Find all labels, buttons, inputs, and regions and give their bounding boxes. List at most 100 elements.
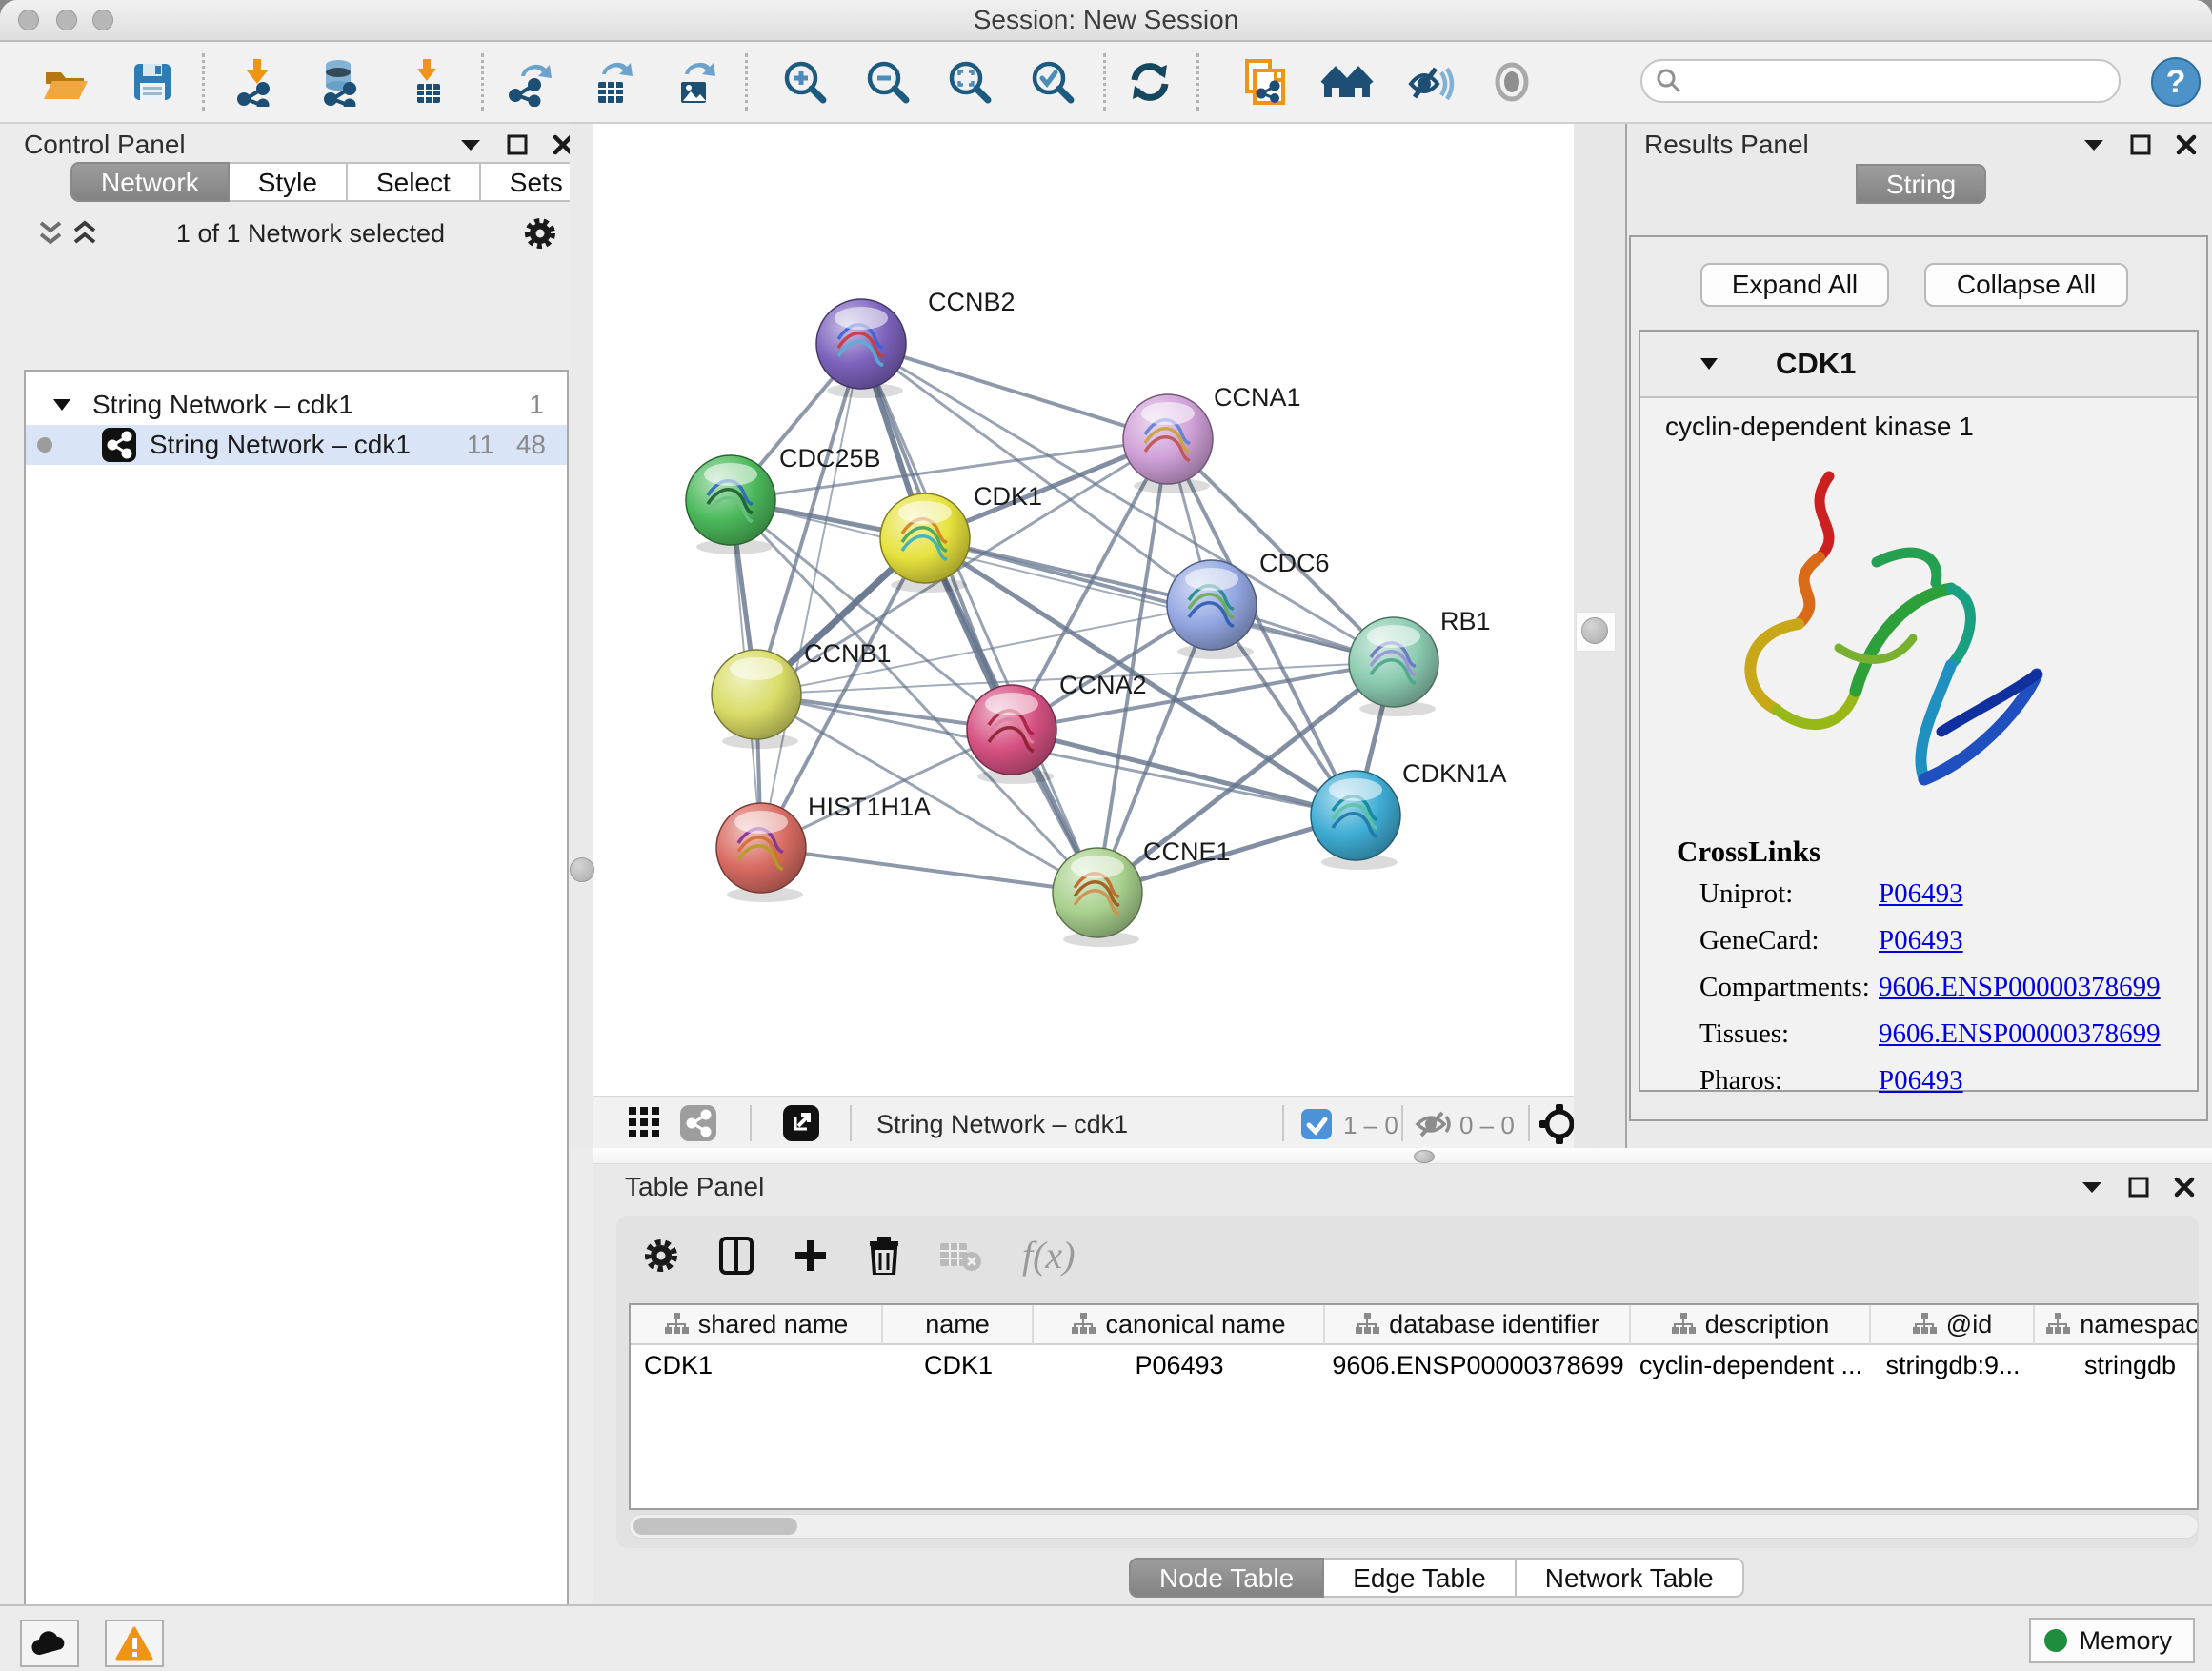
node-RB1[interactable]: RB1 (1349, 607, 1491, 716)
open-in-new-window-icon[interactable] (783, 1105, 819, 1141)
column-header-name[interactable]: name (883, 1305, 1034, 1345)
crosslink-link[interactable]: 9606.ENSP00000378699 (1879, 972, 2161, 1003)
node-CCNE1[interactable]: CCNE1 (1053, 837, 1231, 947)
show-columns-icon[interactable] (719, 1237, 754, 1275)
node-CDC6[interactable]: CDC6 (1167, 549, 1330, 659)
window-zoom-button[interactable] (92, 10, 113, 30)
crosslinks-heading: CrossLinks (1677, 835, 2197, 869)
table-cell[interactable]: stringdb (2035, 1345, 2199, 1385)
crosslink-link[interactable]: P06493 (1879, 878, 1963, 910)
right-splitter[interactable] (1574, 124, 1625, 1148)
grid-view-icon[interactable] (629, 1107, 661, 1139)
selected-checkbox-icon[interactable] (1301, 1109, 1332, 1139)
export-table-icon[interactable] (583, 55, 636, 109)
export-image-icon[interactable] (666, 55, 719, 109)
export-network-icon[interactable] (502, 55, 555, 109)
crosslink-link[interactable]: P06493 (1879, 1065, 1963, 1097)
column-header-canonical-name[interactable]: canonical name (1034, 1305, 1325, 1345)
panel-float-icon[interactable] (2130, 134, 2151, 155)
save-session-icon[interactable] (126, 55, 179, 109)
node-CDC25B[interactable]: CDC25B (686, 444, 881, 554)
tree-caret-icon[interactable] (52, 397, 71, 413)
cloud-button[interactable] (20, 1620, 79, 1667)
delete-table-icon[interactable] (940, 1239, 982, 1272)
expand-all-tree-icon[interactable] (37, 219, 64, 248)
bottom-splitter-handle[interactable] (1414, 1150, 1435, 1163)
panel-menu-icon[interactable] (459, 137, 482, 152)
tab-select[interactable]: Select (348, 162, 481, 202)
network-canvas[interactable]: CCNB2CCNA1CDC25BCDK1CDC6RB1CCNB1CCNA2CDK… (593, 124, 1574, 1096)
crosslink-row: Uniprot:P06493 (1699, 878, 2197, 910)
panel-menu-icon[interactable] (2082, 137, 2105, 152)
tab-edge-table[interactable]: Edge Table (1324, 1558, 1517, 1598)
zoom-selected-icon[interactable] (1026, 55, 1079, 109)
table-cell[interactable]: 9606.ENSP00000378699 (1325, 1345, 1631, 1385)
zoom-fit-icon[interactable] (943, 55, 996, 109)
table-cell[interactable]: stringdb:9... (1871, 1345, 2035, 1385)
window-minimize-button[interactable] (56, 10, 77, 30)
collapse-all-tree-icon[interactable] (71, 219, 98, 248)
tab-network-table[interactable]: Network Table (1517, 1558, 1744, 1598)
crosslink-link[interactable]: 9606.ENSP00000378699 (1879, 1018, 2161, 1050)
bottom-splitter[interactable] (593, 1148, 2212, 1164)
expand-all-button[interactable]: Expand All (1700, 263, 1889, 307)
import-table-icon[interactable] (400, 55, 453, 109)
panel-menu-icon[interactable] (2081, 1179, 2103, 1195)
node-CCNA1[interactable]: CCNA1 (1123, 383, 1301, 493)
delete-column-icon[interactable] (868, 1237, 900, 1275)
panel-close-icon[interactable] (2176, 134, 2197, 155)
table-cell[interactable]: cyclin-dependent ... (1631, 1345, 1871, 1385)
collapse-all-button[interactable]: Collapse All (1924, 263, 2128, 307)
panel-float-icon[interactable] (507, 134, 528, 155)
network-options-gear-icon[interactable] (523, 216, 557, 251)
zoom-in-icon[interactable] (778, 55, 832, 109)
network-row[interactable]: String Network – cdk1 11 48 (26, 425, 567, 465)
tab-network[interactable]: Network (70, 162, 230, 202)
window-close-button[interactable] (18, 10, 39, 30)
table-settings-gear-icon[interactable] (643, 1238, 679, 1274)
column-header-database-identifier[interactable]: database identifier (1325, 1305, 1631, 1345)
add-column-icon[interactable] (794, 1238, 828, 1273)
edge-CCNB2-CCNA1[interactable] (861, 344, 1168, 439)
crosslink-link[interactable]: P06493 (1879, 925, 1963, 956)
hidden-eye-icon[interactable] (1414, 1109, 1454, 1139)
network-collection-row[interactable]: String Network – cdk1 1 (26, 385, 567, 425)
import-network-from-database-icon[interactable] (312, 55, 365, 109)
edge-HIST1H1A-CCNE1[interactable] (761, 848, 1097, 893)
protein-header-row[interactable]: CDK1 (1640, 332, 2197, 398)
scrollbar-thumb[interactable] (633, 1518, 797, 1535)
open-session-icon[interactable] (38, 55, 91, 109)
eye-icon[interactable] (1485, 55, 1538, 109)
network-view-share-icon[interactable] (680, 1105, 716, 1141)
function-builder-icon[interactable]: f(x) (1022, 1233, 1076, 1278)
string-home-icon[interactable] (1320, 55, 1374, 109)
panel-float-icon[interactable] (2128, 1177, 2149, 1198)
show-hide-icon[interactable] (1403, 55, 1457, 109)
warnings-button[interactable] (105, 1620, 164, 1667)
tab-node-table[interactable]: Node Table (1129, 1558, 1324, 1598)
search-input[interactable] (1682, 66, 2119, 97)
right-splitter-handle[interactable] (1581, 617, 1608, 644)
left-splitter-handle[interactable] (570, 857, 594, 882)
column-header-@id[interactable]: @id (1871, 1305, 2035, 1345)
column-header-shared-name[interactable]: shared name (631, 1305, 883, 1345)
tab-string[interactable]: String (1856, 164, 1986, 204)
help-icon[interactable]: ? (2149, 55, 2202, 109)
left-splitter[interactable] (570, 124, 593, 1148)
tab-style[interactable]: Style (230, 162, 348, 202)
panel-close-icon[interactable] (2174, 1177, 2195, 1198)
memory-button[interactable]: Memory (2029, 1618, 2195, 1663)
import-network-icon[interactable] (231, 55, 284, 109)
table-cell[interactable]: P06493 (1034, 1345, 1325, 1385)
zoom-out-icon[interactable] (861, 55, 915, 109)
copy-network-icon[interactable] (1237, 55, 1291, 109)
column-header-description[interactable]: description (1631, 1305, 1871, 1345)
table-cell[interactable]: CDK1 (883, 1345, 1034, 1385)
collapse-caret-icon[interactable] (1699, 356, 1719, 372)
refresh-icon[interactable] (1123, 55, 1176, 109)
table-cell[interactable]: CDK1 (631, 1345, 883, 1385)
table-horizontal-scrollbar[interactable] (629, 1514, 2199, 1539)
node-CDKN1A[interactable]: CDKN1A (1311, 759, 1507, 870)
column-header-namespace[interactable]: namespace (2035, 1305, 2199, 1345)
node-HIST1H1A[interactable]: HIST1H1A (716, 793, 931, 902)
